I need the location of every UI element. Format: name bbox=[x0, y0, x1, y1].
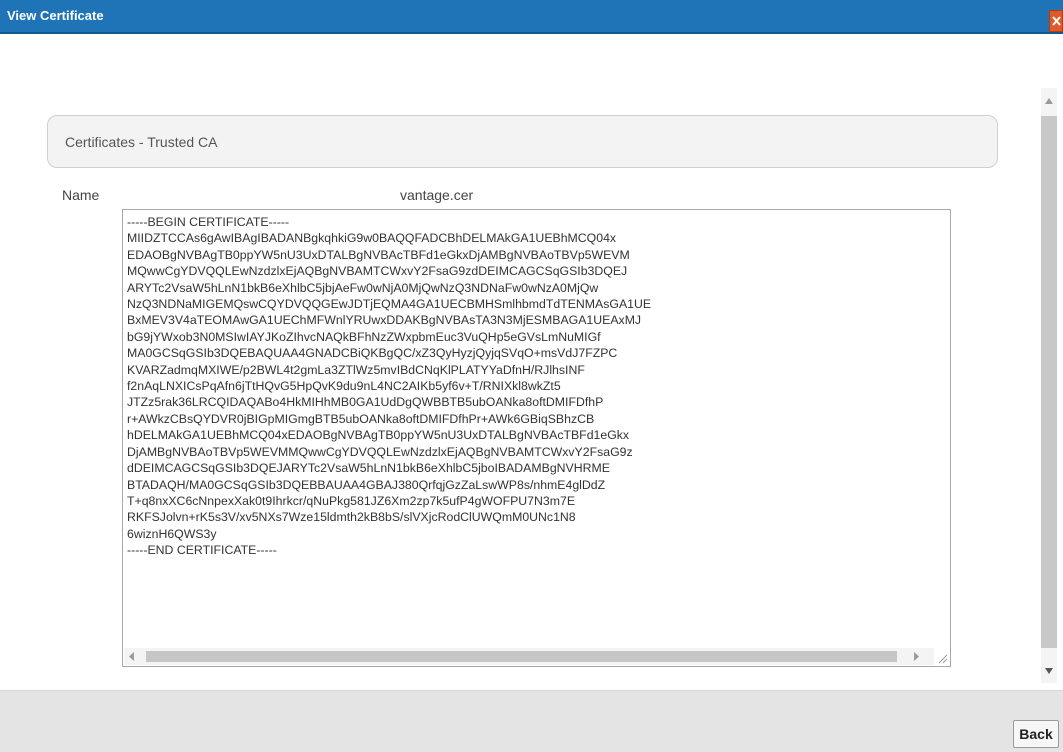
scroll-right-icon[interactable] bbox=[914, 652, 920, 661]
certificate-line: NzQ3NDNaMIGEMQswCQYDVQQGEwJDTjEQMA4GA1UE… bbox=[127, 297, 652, 312]
horizontal-scroll-thumb[interactable] bbox=[146, 651, 897, 662]
vertical-scroll-thumb[interactable] bbox=[1041, 116, 1057, 648]
name-value: vantage.cer bbox=[400, 187, 474, 203]
certificate-line: T+q8nxXC6cNnpexXak0t9Ihrkcr/qNuPkg581JZ6… bbox=[127, 493, 576, 508]
certificate-line: r+AWkzCBsQYDVR0jBIGpMIGmgBTB5ubOANka8oft… bbox=[127, 411, 595, 426]
section-header: Certificates - Trusted CA bbox=[47, 115, 998, 168]
certificate-line: BTADAQH/MA0GCSqGSIb3DQEBBAUAA4GBAJ380Qrf… bbox=[127, 477, 606, 492]
horizontal-scrollbar[interactable] bbox=[124, 648, 934, 665]
scroll-up-icon[interactable] bbox=[1045, 98, 1053, 104]
certificate-line: hDELMAkGA1UEBhMCQ04xEDAOBgNVBAgTB0ppYW5n… bbox=[127, 428, 630, 443]
certificate-line: MQwwCgYDVQQLEwNzdzlxEjAQBgNVBAMTCWxvY2Fs… bbox=[127, 264, 628, 279]
scroll-left-icon[interactable] bbox=[129, 652, 135, 661]
close-button[interactable] bbox=[1049, 10, 1063, 32]
title-bar: View Certificate bbox=[0, 0, 1063, 34]
name-label: Name bbox=[62, 187, 100, 203]
certificate-line: BxMEV3V4aTEOMAwGA1UEChMFWnlYRUwxDDAKBgNV… bbox=[127, 313, 642, 328]
certificate-textarea[interactable]: -----BEGIN CERTIFICATE----- MIIDZTCCAs6gA… bbox=[122, 209, 951, 667]
close-icon bbox=[1052, 16, 1061, 26]
window-title: View Certificate bbox=[7, 8, 104, 23]
certificate-text: -----BEGIN CERTIFICATE----- MIIDZTCCAs6gA… bbox=[127, 214, 651, 559]
certificate-line: -----END CERTIFICATE----- bbox=[127, 543, 277, 558]
certificate-line: DjAMBgNVBAoTBVp5WEVMMQwwCgYDVQQLEwNzdzlx… bbox=[127, 444, 633, 459]
certificate-line: MA0GCSqGSIb3DQEBAQUAA4GNADCBiQKBgQC/xZ3Q… bbox=[127, 346, 618, 361]
vertical-scrollbar[interactable] bbox=[1041, 88, 1057, 683]
dialog-content: Certificates - Trusted CA Name vantage.c… bbox=[0, 34, 1063, 690]
certificate-line: f2nAqLNXICsPqAfn6jTtHQvG5HpQvK9du9nL4NC2… bbox=[127, 379, 561, 394]
certificate-line: JTZz5rak36LRCQIDAQABo4HkMIHhMB0GA1UdDgQW… bbox=[127, 395, 604, 410]
certificate-line: RKFSJolvn+rK5s3V/xv5NXs7Wze15ldmth2kB8bS… bbox=[127, 510, 576, 525]
section-title: Certificates - Trusted CA bbox=[65, 134, 218, 150]
resize-grip-icon[interactable] bbox=[936, 652, 948, 664]
certificate-line: KVARZadmqMXIWE/p2BWL4t2gmLa3ZTlWz5mvIBdC… bbox=[127, 362, 585, 377]
certificate-line: ARYTc2VsaW5hLnN1bkB6eXhlbC5jbjAeFw0wNjA0… bbox=[127, 280, 599, 295]
back-button[interactable]: Back bbox=[1013, 720, 1059, 748]
dialog-footer: Back bbox=[0, 690, 1063, 752]
certificate-line: 6wiznH6QWS3y bbox=[127, 526, 217, 541]
scroll-down-icon[interactable] bbox=[1045, 668, 1053, 674]
certificate-line: bG9jYWxob3N0MSIwIAYJKoZIhvcNAQkBFhNzZWxp… bbox=[127, 329, 601, 344]
certificate-line: MIIDZTCCAs6gAwIBAgIBADANBgkqhkiG9w0BAQQF… bbox=[127, 231, 617, 246]
certificate-line: -----BEGIN CERTIFICATE----- bbox=[127, 215, 290, 229]
certificate-line: dDEIMCAGCSqGSIb3DQEJARYTc2VsaW5hLnN1bkB6… bbox=[127, 461, 610, 476]
certificate-line: EDAOBgNVBAgTB0ppYW5nU3UxDTALBgNVBAcTBFd1… bbox=[127, 247, 630, 262]
